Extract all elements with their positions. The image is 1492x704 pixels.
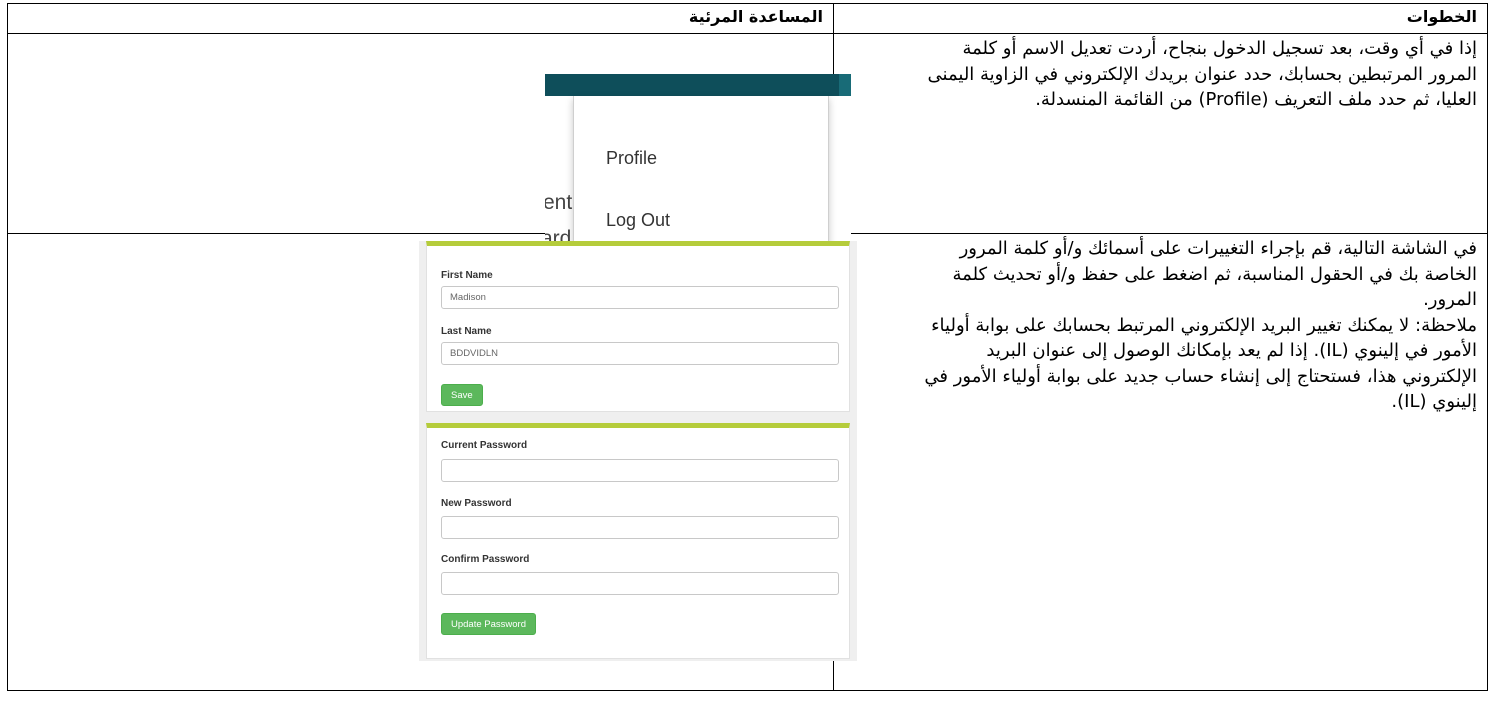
step-cell-2: في الشاشة التالية، قم بإجراء التغييرات ع…	[833, 233, 1488, 691]
steps-header: الخطوات	[833, 3, 1488, 34]
profile-menu-screenshot: ent ard or media. Profile Log Out	[545, 74, 851, 258]
menu-item-log-out[interactable]: Log Out	[606, 210, 670, 231]
save-button[interactable]: Save	[441, 384, 483, 406]
confirm-password-label: Confirm Password	[441, 554, 530, 565]
last-name-label: Last Name	[441, 326, 492, 337]
confirm-password-input[interactable]	[441, 572, 839, 595]
step-2-note: ملاحظة: لا يمكنك تغيير البريد الإلكتروني…	[924, 314, 1477, 413]
step-1-text: إذا في أي وقت، بعد تسجيل الدخول بنجاح، أ…	[927, 38, 1477, 110]
background-text: ent	[545, 191, 573, 214]
last-name-input[interactable]: BDDVIDLN	[441, 342, 839, 365]
update-password-button[interactable]: Update Password	[441, 613, 536, 635]
visual-aid-cell-2: First Name Madison Last Name BDDVIDLN Sa…	[7, 233, 857, 691]
steps-table: المساعدة المرئية الخطوات ent ard or medi…	[7, 3, 1488, 691]
profile-form-screenshot: First Name Madison Last Name BDDVIDLN Sa…	[419, 241, 857, 661]
password-panel: Current Password New Password Confirm Pa…	[426, 423, 850, 659]
first-name-label: First Name	[441, 270, 493, 281]
top-nav-bar	[545, 74, 851, 96]
step-cell-1: إذا في أي وقت، بعد تسجيل الدخول بنجاح، أ…	[833, 33, 1488, 234]
visual-aid-cell-1: ent ard or media. Profile Log Out	[7, 33, 851, 258]
new-password-label: New Password	[441, 498, 512, 509]
menu-item-profile[interactable]: Profile	[606, 148, 657, 169]
current-password-label: Current Password	[441, 440, 528, 451]
new-password-input[interactable]	[441, 516, 839, 539]
step-2-text: في الشاشة التالية، قم بإجراء التغييرات ع…	[952, 238, 1477, 310]
current-password-input[interactable]	[441, 459, 839, 482]
name-panel: First Name Madison Last Name BDDVIDLN Sa…	[426, 241, 850, 412]
first-name-input[interactable]: Madison	[441, 286, 839, 309]
visual-aid-header: المساعدة المرئية	[7, 3, 834, 34]
